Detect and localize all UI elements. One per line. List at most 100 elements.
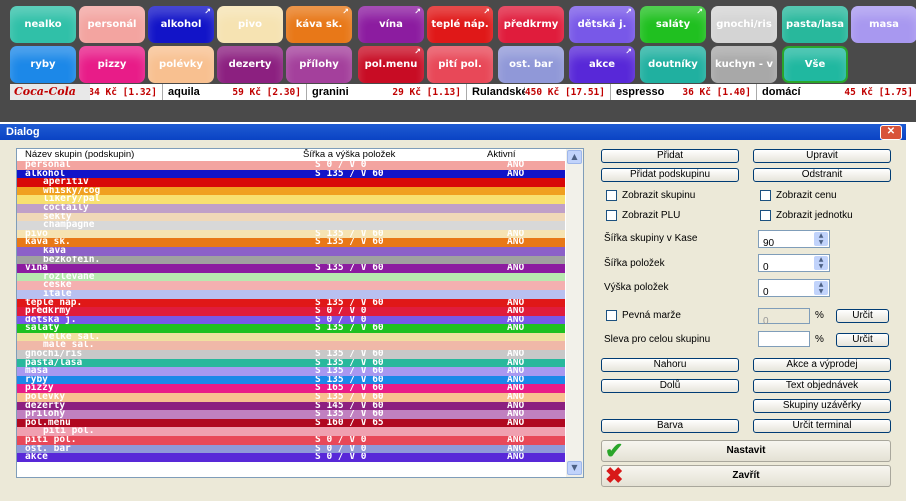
category-button[interactable]: ost. bar xyxy=(498,46,564,83)
category-button[interactable]: pití pol. xyxy=(427,46,493,83)
spinner-arrows-icon[interactable]: ▲ ▼ xyxy=(814,281,828,295)
category-button[interactable]: kuchyn - v xyxy=(711,46,777,83)
table-row[interactable]: pol.menu Š 160 / V 65 ANO xyxy=(17,418,565,428)
determine-discount-button[interactable]: Určit xyxy=(836,333,889,347)
table-row[interactable]: likéry/pál xyxy=(17,195,565,204)
table-row[interactable]: přílohy Š 135 / V 60 ANO xyxy=(17,410,565,419)
category-button[interactable]: pasta/lasa xyxy=(782,6,848,43)
color-button[interactable]: Barva xyxy=(601,419,739,433)
fixed-margin-checkbox[interactable]: Pevná marže xyxy=(606,310,681,321)
remove-button[interactable]: Odstranit xyxy=(753,168,891,182)
category-button[interactable]: alkohol ↗ xyxy=(148,6,214,43)
add-subgroup-button[interactable]: Přidat podskupinu xyxy=(601,168,739,182)
show-price-checkbox[interactable]: Zobrazit cenu xyxy=(760,190,837,201)
category-button[interactable]: dezerty xyxy=(217,46,283,83)
category-button[interactable]: masa xyxy=(851,6,916,43)
table-row[interactable]: české xyxy=(17,281,565,290)
table-row[interactable]: coctaily xyxy=(17,203,565,213)
checkbox-box[interactable] xyxy=(606,190,617,201)
scroll-down-icon[interactable]: ▼ xyxy=(567,461,582,475)
closing-groups-button[interactable]: Skupiny uzávěrky xyxy=(753,399,891,413)
table-row[interactable]: whisky/cog xyxy=(17,186,565,196)
edit-button[interactable]: Upravit xyxy=(753,149,891,163)
table-row[interactable]: sekty xyxy=(17,212,565,222)
table-row[interactable]: champagne xyxy=(17,221,565,230)
table-row[interactable]: pivo Š 135 / V 60 ANO xyxy=(17,229,565,239)
scroll-up-icon[interactable]: ▲ xyxy=(567,150,582,164)
table-row[interactable]: dětská j. Š 0 / V 0 ANO xyxy=(17,315,565,325)
table-row[interactable]: předkrmy Š 0 / V 0 ANO xyxy=(17,307,565,316)
category-button[interactable]: předkrmy xyxy=(498,6,564,43)
product-button[interactable]: aquila 59 Kč [2.30] xyxy=(162,84,304,100)
item-height-spinner[interactable]: ▲▼ xyxy=(758,279,830,301)
category-button[interactable]: dětská j. ↗ xyxy=(569,6,635,43)
category-button[interactable]: gnochi/ris xyxy=(711,6,777,43)
table-row[interactable]: gnochi/ris Š 135 / V 60 ANO xyxy=(17,350,565,359)
category-button[interactable]: personál xyxy=(79,6,145,43)
product-button[interactable]: espresso 36 Kč [1.40] xyxy=(610,84,754,100)
table-row[interactable]: teplé náp. Š 135 / V 60 ANO xyxy=(17,298,565,308)
item-width-input[interactable] xyxy=(759,259,817,276)
spinner-arrows-icon[interactable]: ▲ ▼ xyxy=(814,256,828,270)
set-button[interactable]: ✔ Nastavit xyxy=(601,439,891,463)
table-row[interactable]: polévky Š 135 / V 60 ANO xyxy=(17,393,565,402)
product-button[interactable]: Rulandské 450 Kč [17.51] xyxy=(466,84,608,100)
table-row[interactable]: bezkofein. xyxy=(17,255,565,265)
product-button[interactable]: granini 29 Kč [1.13] xyxy=(306,84,464,100)
category-button[interactable]: teplé náp. ↗ xyxy=(427,6,493,43)
category-button[interactable]: vína ↗ xyxy=(358,6,424,43)
close-button[interactable]: ✖ Zavřít xyxy=(601,464,891,488)
table-row[interactable]: pití pol. Š 0 / V 0 ANO xyxy=(17,436,565,445)
category-button[interactable]: saláty ↗ xyxy=(640,6,706,43)
table-row[interactable]: masa Š 135 / V 60 ANO xyxy=(17,367,565,376)
category-button[interactable]: ryby xyxy=(10,46,76,83)
table-row[interactable]: káva xyxy=(17,246,565,256)
table-row[interactable]: itále xyxy=(17,289,565,299)
item-height-input[interactable] xyxy=(759,284,817,301)
move-up-button[interactable]: Nahoru xyxy=(601,358,739,372)
checkbox-box[interactable] xyxy=(760,210,771,221)
group-width-input[interactable] xyxy=(759,235,817,252)
table-row[interactable]: rozlévané xyxy=(17,272,565,282)
promo-button[interactable]: Akce a výprodej xyxy=(753,358,891,372)
table-row[interactable]: pití pol. xyxy=(17,427,565,436)
margin-field[interactable] xyxy=(758,308,810,329)
table-row[interactable]: ost. bar Š 0 / V 0 ANO xyxy=(17,444,565,454)
move-down-button[interactable]: Dolů xyxy=(601,379,739,393)
table-row[interactable]: pasta/lasa Š 135 / V 60 ANO xyxy=(17,358,565,368)
show-plu-checkbox[interactable]: Zobrazit PLU xyxy=(606,210,680,221)
order-text-button[interactable]: Text objednávek xyxy=(753,379,891,393)
discount-input[interactable] xyxy=(759,337,809,352)
table-row[interactable]: personál Š 0 / V 0 ANO xyxy=(17,161,565,170)
category-button[interactable]: akce ↗ xyxy=(569,46,635,83)
group-width-spinner[interactable]: ▲▼ xyxy=(758,230,830,252)
table-row[interactable]: aperitiv xyxy=(17,178,565,187)
category-button[interactable]: polévky xyxy=(148,46,214,83)
vertical-scrollbar[interactable]: ▲ ▼ xyxy=(566,149,583,477)
show-group-checkbox[interactable]: Zobrazit skupinu xyxy=(606,190,695,201)
item-width-spinner[interactable]: ▲▼ xyxy=(758,254,830,276)
table-row[interactable]: káva sk. Š 135 / V 60 ANO xyxy=(17,238,565,247)
table-row[interactable]: ryby Š 135 / V 60 ANO xyxy=(17,375,565,385)
category-button[interactable]: Vše xyxy=(782,46,848,83)
table-row[interactable]: velké sal. xyxy=(17,332,565,342)
checkbox-box[interactable] xyxy=(606,310,617,321)
category-button[interactable]: pivo xyxy=(217,6,283,43)
table-row[interactable]: dezerty Š 145 / V 60 ANO xyxy=(17,401,565,411)
table-row[interactable]: pizzy Š 165 / V 60 ANO xyxy=(17,384,565,394)
category-button[interactable]: pizzy xyxy=(79,46,145,83)
terminal-button[interactable]: Určit terminal xyxy=(753,419,891,433)
table-row[interactable]: akce Š 0 / V 0 ANO xyxy=(17,453,565,462)
product-button[interactable]: domácí 45 Kč [1.75] xyxy=(756,84,916,100)
show-unit-checkbox[interactable]: Zobrazit jednotku xyxy=(760,210,853,221)
table-row[interactable]: alkohol Š 135 / V 60 ANO xyxy=(17,169,565,179)
category-button[interactable]: nealko xyxy=(10,6,76,43)
groups-table[interactable]: Název skupin (podskupin) Šířka a výška p… xyxy=(16,148,584,478)
close-icon[interactable]: ✕ xyxy=(880,125,902,140)
table-row[interactable]: saláty Š 135 / V 60 ANO xyxy=(17,324,565,333)
category-button[interactable]: přílohy xyxy=(286,46,352,83)
discount-field[interactable] xyxy=(758,331,810,352)
add-button[interactable]: Přidat xyxy=(601,149,739,163)
determine-margin-button[interactable]: Určit xyxy=(836,309,889,323)
spinner-arrows-icon[interactable]: ▲ ▼ xyxy=(814,232,828,246)
